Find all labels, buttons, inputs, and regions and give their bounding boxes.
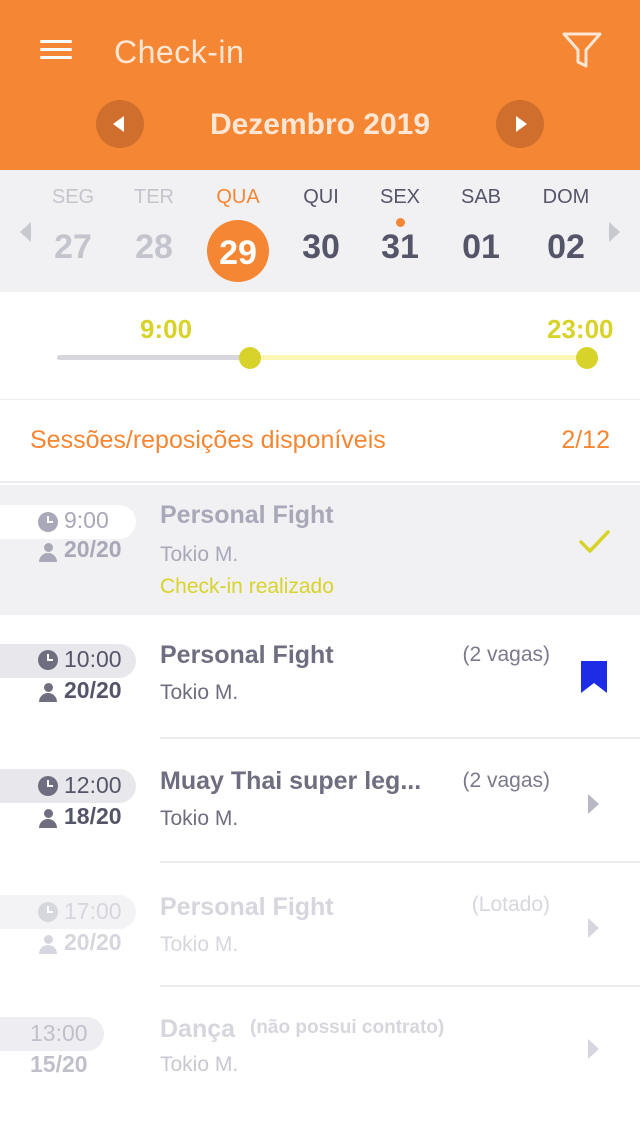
class-teacher: Tokio M. [160,807,239,830]
range-end-handle[interactable] [576,347,598,369]
sessions-title: Sessões/reposições disponíveis [30,426,386,454]
class-name: Personal Fight [160,501,334,529]
previous-month-button[interactable] [96,100,144,148]
hamburger-menu-icon[interactable] [36,36,76,68]
checkin-status: Check-in realizado [160,575,334,598]
chevron-right-icon[interactable] [588,794,599,814]
day-sex[interactable]: SEX 31 [360,186,440,286]
day-name: QUI [303,186,339,208]
class-time: 12:00 [64,772,122,798]
page-title: Check-in [114,34,245,70]
class-teacher: Tokio M. [160,933,239,956]
chevron-right-icon [516,116,527,132]
month-label: Dezembro 2019 [209,108,431,141]
class-name: Personal Fight [160,893,334,921]
day-qui[interactable]: QUI 30 [281,186,361,286]
day-name: DOM [542,186,590,208]
class-row[interactable]: 10:00 20/20 Personal Fight (2 vagas) Tok… [0,615,640,739]
day-number: 31 [381,228,419,266]
day-dom[interactable]: DOM 02 [526,186,606,286]
class-capacity: 18/20 [64,803,122,829]
person-icon [39,809,57,829]
class-teacher: Tokio M. [160,543,239,566]
sessions-count: 2/12 [561,426,610,454]
next-month-button[interactable] [496,100,544,148]
time-range-filter: 9:00 23:00 [0,292,640,400]
day-ter[interactable]: TER 28 [114,186,194,286]
class-capacity: 20/20 [64,677,122,703]
class-vacancies: (2 vagas) [462,643,550,666]
class-capacity: 15/20 [30,1051,88,1077]
bookmark-icon[interactable] [581,661,607,693]
sessions-summary: Sessões/reposições disponíveis 2/12 [0,400,640,483]
range-end-label: 23:00 [547,314,614,344]
chevron-right-icon[interactable] [588,1039,599,1059]
day-number: 30 [302,228,340,266]
filter-funnel-icon[interactable] [560,28,604,72]
class-time: 17:00 [64,898,122,924]
class-time: 9:00 [64,507,109,533]
class-vacancies: (2 vagas) [462,769,550,792]
class-name: Personal Fight [160,641,334,669]
range-start-handle[interactable] [238,347,261,369]
class-capacity: 20/20 [64,536,122,562]
no-contract-note: (não possui contrato) [250,1017,445,1038]
week-day-selector: SEG 27 TER 28 QUA 29 QUI 30 SEX 31 SAB 0… [0,170,640,292]
day-name: QUA [216,186,260,208]
class-teacher: Tokio M. [160,681,239,704]
day-qua-selected[interactable]: QUA 29 [198,186,278,286]
clock-icon [38,650,58,670]
class-capacity: 20/20 [64,929,122,955]
day-number: 27 [54,228,92,266]
clock-icon [38,902,58,922]
previous-week-arrow-icon[interactable] [20,222,31,242]
class-row[interactable]: 13:00 15/20 Dança (não possui contrato) … [0,987,640,1111]
next-week-arrow-icon[interactable] [609,222,620,242]
day-number: 29 [219,234,257,272]
class-row[interactable]: 12:00 18/20 Muay Thai super leg... (2 va… [0,739,640,863]
class-name: Dança [160,1015,236,1043]
range-selected-track [249,355,587,360]
class-name: Muay Thai super leg... [160,767,422,795]
day-name: SAB [460,186,502,208]
day-seg[interactable]: SEG 27 [33,186,113,286]
day-number: 28 [135,228,173,266]
person-icon [39,543,57,563]
checkmark-icon [579,530,610,553]
day-number: 01 [462,228,500,266]
day-name: SEX [379,186,421,208]
day-sab[interactable]: SAB 01 [441,186,521,286]
clock-icon [38,776,58,796]
event-dot-indicator [396,218,405,227]
class-full-status: (Lotado) [471,893,550,916]
chevron-left-icon [113,116,124,132]
person-icon [39,935,57,955]
class-row[interactable]: 17:00 20/20 Personal Fight (Lotado) Toki… [0,863,640,987]
day-name: SEG [51,186,95,208]
app-header: Check-in Dezembro 2019 [0,0,640,170]
class-time: 13:00 [30,1020,88,1046]
chevron-right-icon[interactable] [588,918,599,938]
day-number: 02 [547,228,585,266]
range-start-label: 9:00 [140,314,193,344]
day-name: TER [134,186,174,208]
class-row[interactable]: 9:00 20/20 Personal Fight Tokio M. Check… [0,485,640,615]
person-icon [39,683,57,703]
class-teacher: Tokio M. [160,1053,239,1076]
clock-icon [38,512,58,532]
class-time: 10:00 [64,646,122,672]
